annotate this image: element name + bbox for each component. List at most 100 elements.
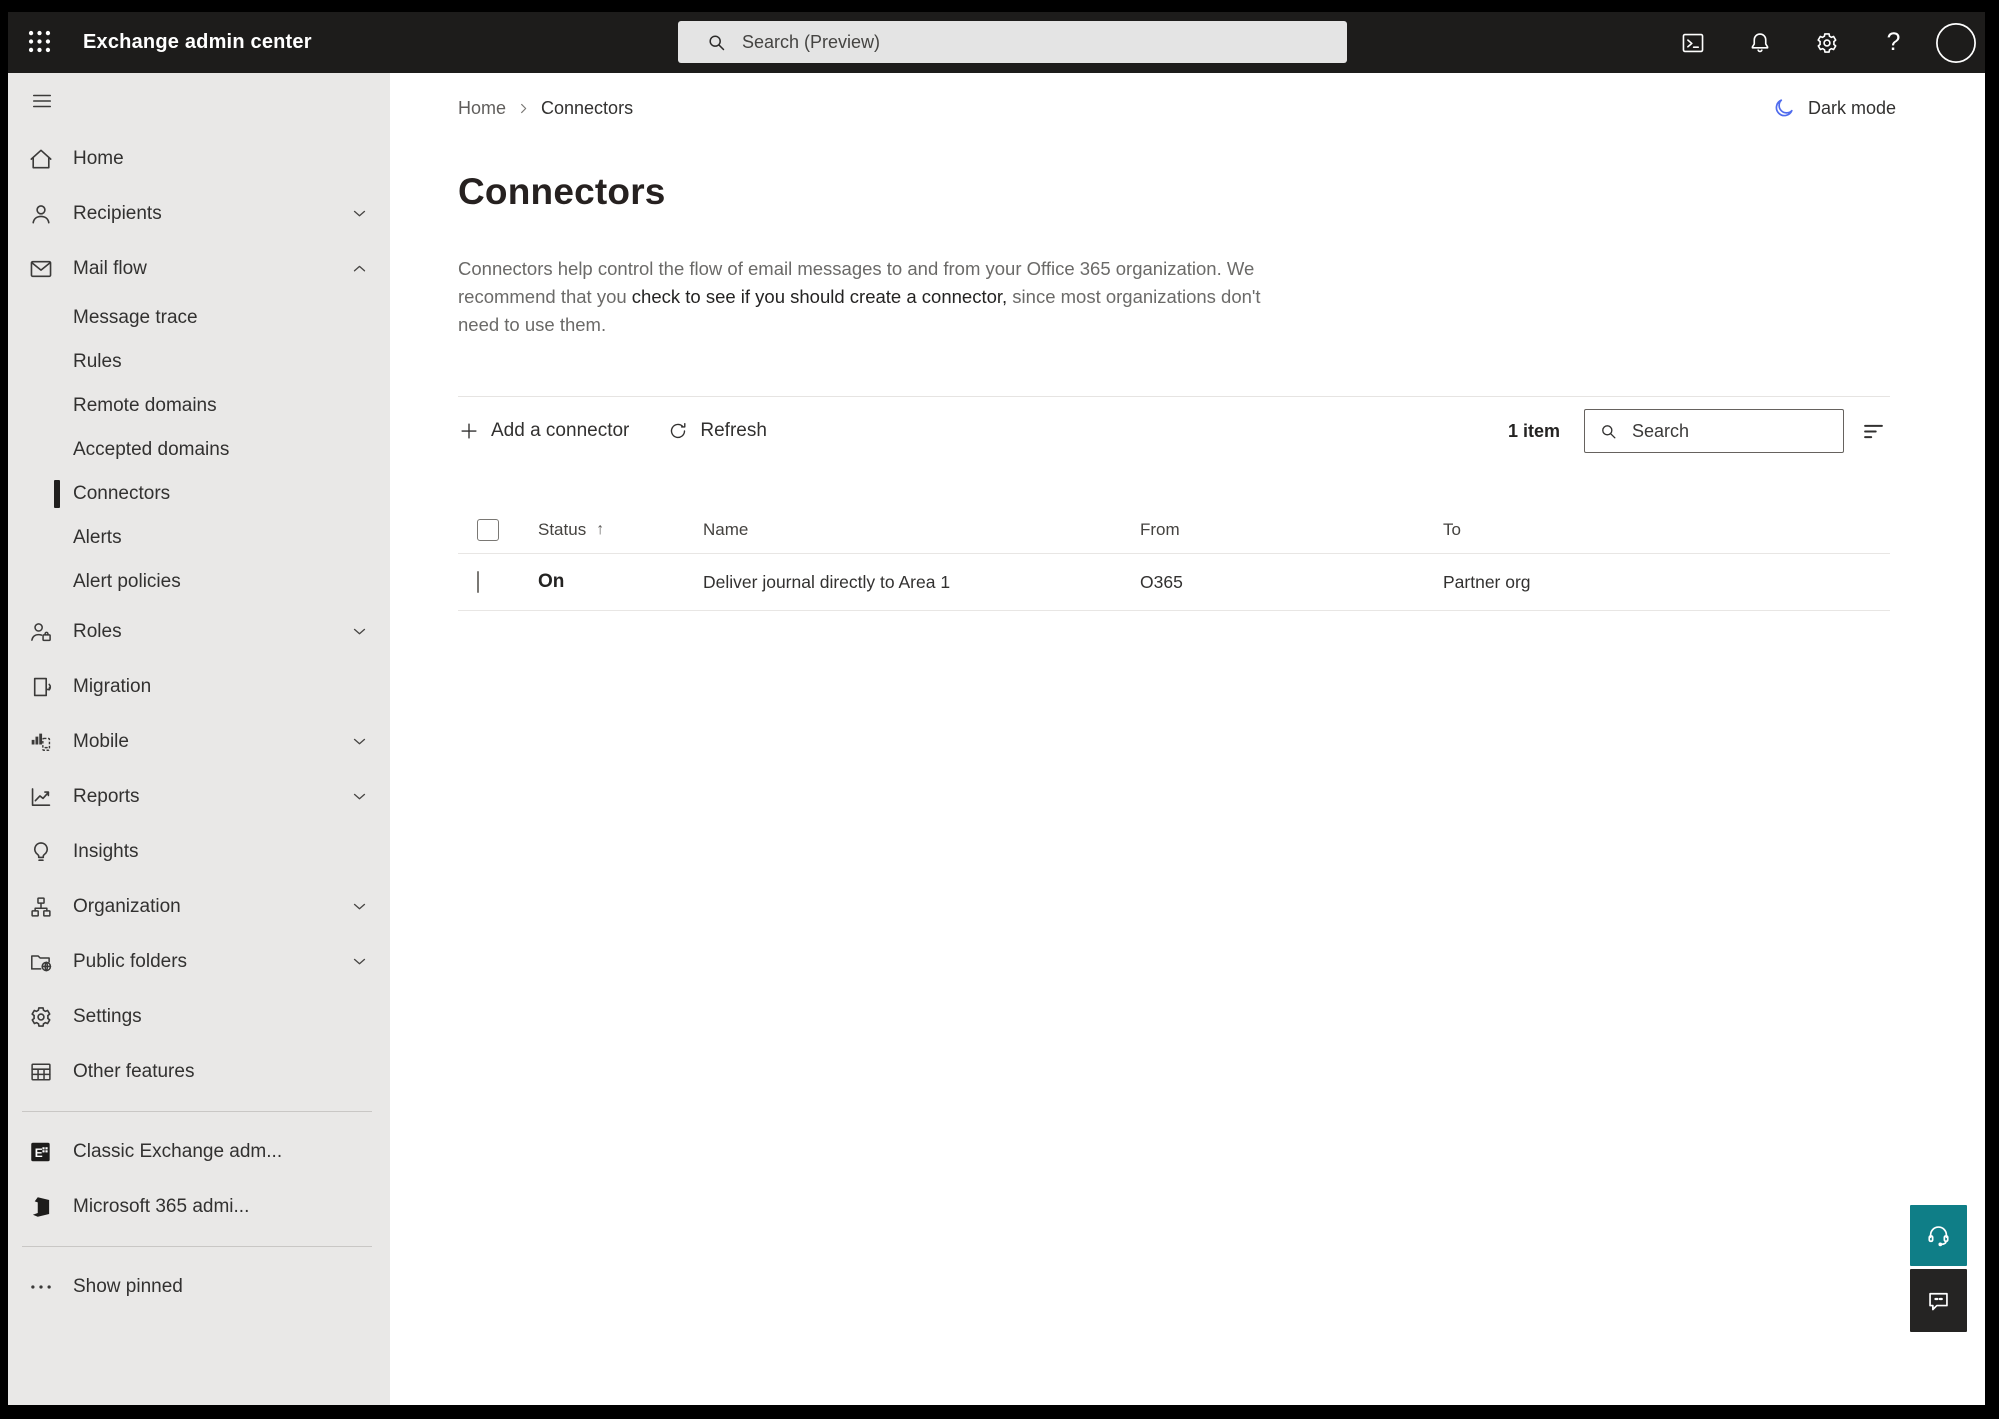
sidebar-item-label: Home — [73, 147, 124, 169]
sidebar-item-label: Roles — [73, 620, 122, 642]
powershell-button[interactable] — [1679, 29, 1706, 56]
waffle-icon — [26, 28, 53, 58]
help-button[interactable]: ? — [1880, 29, 1907, 56]
sidebar-item-organization[interactable]: Organization — [8, 879, 390, 934]
list-search-box[interactable] — [1584, 409, 1844, 453]
column-header-status[interactable]: Status ↑ — [538, 520, 703, 540]
microsoft-365-icon — [28, 1194, 54, 1220]
chevron-down-icon — [349, 896, 370, 917]
sidebar-item-recipients[interactable]: Recipients — [8, 186, 390, 241]
sidebar-item-label: Show pinned — [73, 1275, 183, 1297]
feedback-button[interactable] — [1910, 1269, 1967, 1332]
select-all-checkbox-cell — [458, 518, 538, 541]
global-search-placeholder: Search (Preview) — [742, 31, 881, 52]
sidebar-item-label: Migration — [73, 675, 152, 697]
sidebar-item-microsoft-365-admin[interactable]: Microsoft 365 admi... — [8, 1179, 390, 1234]
headset-icon — [1925, 1222, 1952, 1249]
home-icon — [28, 146, 54, 172]
sidebar-item-mail-flow[interactable]: Mail flow — [8, 241, 390, 296]
connectors-table: Status ↑ Name From To On Deliver journal dire… — [458, 506, 1890, 611]
sidebar-item-settings[interactable]: Settings — [8, 989, 390, 1044]
sidebar-item-migration[interactable]: Migration — [8, 659, 390, 714]
settings-gear-button[interactable] — [1813, 29, 1840, 56]
column-header-to[interactable]: To — [1443, 520, 1890, 540]
refresh-button[interactable]: Refresh — [667, 420, 767, 442]
column-label: From — [1140, 519, 1180, 539]
floating-buttons — [1910, 1205, 1967, 1332]
dark-mode-label: Dark mode — [1807, 97, 1896, 118]
sidebar-item-mobile[interactable]: Mobile — [8, 714, 390, 769]
sidebar-item-other-features[interactable]: Other features — [8, 1044, 390, 1099]
sidebar-item-alerts[interactable]: Alerts — [8, 516, 390, 560]
sidebar-item-label: Message trace — [73, 307, 198, 328]
refresh-icon — [667, 420, 689, 442]
dark-mode-toggle[interactable]: Dark mode — [1766, 95, 1902, 121]
column-label: Name — [703, 519, 749, 539]
table-row[interactable]: On Deliver journal directly to Area 1 O365… — [458, 553, 1890, 611]
row-status: On — [538, 571, 565, 592]
hamburger-icon — [28, 90, 58, 112]
table-body: On Deliver journal directly to Area 1 O365… — [458, 553, 1890, 611]
row-checkbox[interactable] — [477, 570, 479, 593]
sidebar-item-reports[interactable]: Reports — [8, 769, 390, 824]
sidebar-nav: Home Recipients Mail flow Message trace Rule… — [8, 131, 390, 1314]
sidebar-item-accepted-domains[interactable]: Accepted domains — [8, 428, 390, 472]
mobile-icon — [28, 729, 54, 755]
powershell-icon — [1680, 30, 1706, 56]
insights-icon — [28, 839, 54, 865]
sidebar-item-rules[interactable]: Rules — [8, 340, 390, 384]
row-name: Deliver journal directly to Area 1 — [703, 571, 951, 592]
column-label: To — [1443, 519, 1461, 539]
roles-icon — [28, 619, 54, 645]
notifications-button[interactable] — [1746, 29, 1773, 56]
select-all-checkbox[interactable] — [477, 518, 499, 541]
sidebar-item-label: Public folders — [73, 950, 188, 972]
column-header-name[interactable]: Name — [703, 520, 1140, 540]
page-description: Connectors help control the flow of emai… — [458, 255, 1298, 339]
list-search-input[interactable] — [1630, 419, 1804, 443]
sidebar-divider — [22, 1246, 372, 1247]
create-connector-check-link[interactable]: check to see if you should create a conn… — [632, 286, 1007, 307]
app-launcher-button[interactable] — [17, 21, 61, 65]
sidebar-item-home[interactable]: Home — [8, 131, 390, 186]
filter-button[interactable] — [1860, 416, 1890, 446]
sidebar-item-label: Connectors — [73, 483, 171, 504]
add-connector-button[interactable]: Add a connector — [458, 420, 629, 442]
account-avatar — [1935, 22, 1977, 64]
global-search-box[interactable]: Search (Preview) — [678, 21, 1347, 63]
row-to: Partner org — [1443, 571, 1531, 592]
account-avatar[interactable] — [1935, 22, 1977, 64]
sidebar-item-label: Recipients — [73, 202, 162, 224]
sidebar-divider — [22, 1111, 372, 1112]
reports-icon — [28, 784, 54, 810]
sidebar-item-public-folders[interactable]: Public folders — [8, 934, 390, 989]
sidebar-item-message-trace[interactable]: Message trace — [8, 296, 390, 340]
sidebar-item-label: Other features — [73, 1060, 195, 1082]
sidebar-item-connectors[interactable]: Connectors — [8, 472, 390, 516]
support-button[interactable] — [1910, 1205, 1967, 1266]
search-icon — [706, 32, 727, 53]
sidebar-item-show-pinned[interactable]: Show pinned — [8, 1259, 390, 1314]
hamburger-menu-button[interactable] — [28, 90, 58, 112]
sidebar-item-alert-policies[interactable]: Alert policies — [8, 560, 390, 604]
organization-icon — [28, 894, 54, 920]
refresh-label: Refresh — [700, 420, 767, 441]
breadcrumb: Home Connectors — [458, 98, 633, 119]
sidebar-item-remote-domains[interactable]: Remote domains — [8, 384, 390, 428]
public-folders-icon — [28, 949, 54, 975]
sidebar-item-label: Organization — [73, 895, 181, 917]
sidebar-item-label: Mail flow — [73, 257, 147, 279]
sidebar-item-roles[interactable]: Roles — [8, 604, 390, 659]
breadcrumb-home[interactable]: Home — [458, 98, 506, 119]
sidebar-item-classic-exchange-admin[interactable]: E Classic Exchange adm... — [8, 1124, 390, 1179]
classic-exchange-icon: E — [28, 1139, 54, 1165]
table-header-row: Status ↑ Name From To — [458, 506, 1890, 553]
sidebar-item-label: Alerts — [73, 527, 122, 548]
toolbar-top-divider — [458, 396, 1890, 397]
sidebar-item-label: Insights — [73, 840, 139, 862]
column-header-from[interactable]: From — [1140, 520, 1443, 540]
sidebar-item-label: Microsoft 365 admi... — [73, 1195, 250, 1217]
sidebar-item-insights[interactable]: Insights — [8, 824, 390, 879]
settings-gear-icon — [1814, 30, 1840, 56]
feedback-chat-icon — [1925, 1287, 1952, 1314]
